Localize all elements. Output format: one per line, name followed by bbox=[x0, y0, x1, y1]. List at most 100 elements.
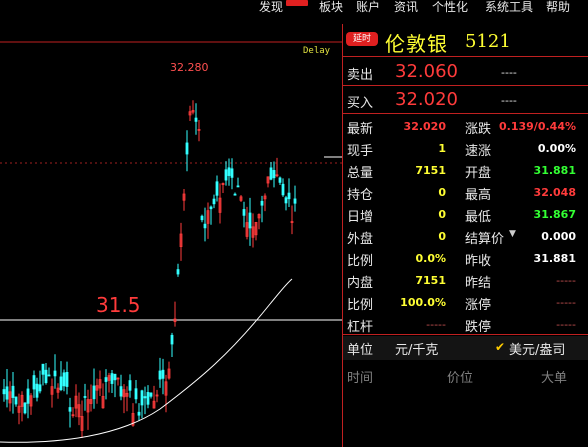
stat-label: 涨停 bbox=[465, 298, 492, 313]
candle-body bbox=[128, 380, 132, 391]
sell-label: 卖出 bbox=[347, 68, 374, 83]
stat-value: ----- bbox=[556, 318, 576, 331]
candle-body bbox=[287, 192, 291, 200]
stat-label: 现手 bbox=[347, 144, 374, 159]
quote-panel: 延时 伦敦银 5121 卖出 32.060 ---- 买入 32.020 ---… bbox=[343, 24, 588, 447]
divider bbox=[343, 113, 588, 114]
candle-body bbox=[140, 390, 144, 406]
candle-body bbox=[281, 183, 285, 196]
stat-value: 100.0% bbox=[400, 296, 446, 309]
candle-body bbox=[215, 181, 219, 196]
stat-label: 总量 bbox=[347, 166, 374, 181]
candle-body bbox=[26, 388, 30, 404]
candle-body bbox=[278, 177, 282, 183]
stat-value: ----- bbox=[426, 318, 446, 331]
moving-average-line bbox=[0, 278, 293, 443]
candle-body bbox=[230, 168, 234, 178]
buy-label: 买入 bbox=[347, 96, 374, 111]
candle-body bbox=[38, 384, 42, 392]
candle-body bbox=[143, 396, 147, 399]
candle-body bbox=[11, 385, 15, 398]
candle-body bbox=[65, 371, 69, 387]
candle-body bbox=[53, 370, 57, 377]
unit-value[interactable]: 元/千克 bbox=[395, 339, 438, 358]
price-level-label: 31.5 bbox=[96, 293, 141, 317]
menu-help[interactable]: 帮助 bbox=[546, 0, 570, 14]
candle-body bbox=[92, 385, 96, 400]
stat-label: 昨收 bbox=[465, 254, 492, 269]
candle-body bbox=[176, 269, 180, 275]
candle-body bbox=[59, 376, 63, 391]
stat-label: 开盘 bbox=[465, 166, 492, 181]
high-price-label: 32.280 bbox=[170, 61, 209, 74]
stat-label: 最低 bbox=[465, 210, 492, 225]
candle-body bbox=[242, 209, 246, 216]
candle-body bbox=[35, 383, 39, 398]
stat-label: 最高 bbox=[465, 188, 492, 203]
candle-body bbox=[224, 169, 228, 181]
stat-label: 涨跌 bbox=[465, 122, 492, 137]
trades-header-price: 价位 bbox=[447, 371, 474, 386]
menu-personalize[interactable]: 个性化 bbox=[432, 0, 468, 14]
stat-value: ----- bbox=[556, 274, 576, 287]
candle-body bbox=[293, 198, 297, 204]
chevron-down-icon[interactable]: ▼ bbox=[509, 229, 516, 239]
candle-body bbox=[284, 197, 288, 204]
delay-badge: 延时 bbox=[346, 32, 378, 46]
divider bbox=[343, 56, 588, 57]
candle-body bbox=[269, 167, 273, 180]
candle-body bbox=[248, 212, 252, 229]
candle-body bbox=[146, 392, 150, 405]
stat-value: 31.881 bbox=[533, 164, 576, 177]
kline-canvas[interactable] bbox=[0, 24, 342, 447]
trades-header-bigorder: 大单 bbox=[541, 371, 568, 386]
menu-system-tools[interactable]: 系统工具 bbox=[485, 0, 533, 14]
menu-sectors[interactable]: 板块 bbox=[319, 0, 343, 14]
buy-price[interactable]: 32.020 bbox=[395, 89, 458, 110]
candle-body bbox=[23, 402, 27, 414]
candle-body bbox=[212, 198, 216, 205]
stat-label: 杠杆 bbox=[347, 320, 374, 335]
candle-body bbox=[272, 170, 276, 179]
menu-news[interactable]: 资讯 bbox=[394, 0, 418, 14]
stat-value: 0.0% bbox=[415, 252, 446, 265]
stat-value: 0.000 bbox=[541, 230, 576, 243]
stat-label: 跌停 bbox=[465, 320, 492, 335]
candle-body bbox=[47, 374, 51, 377]
unit-alt-value[interactable]: 美元/盎司 bbox=[509, 339, 565, 358]
stat-label: 比例 bbox=[347, 254, 374, 269]
stat-label: 昨结 bbox=[465, 276, 492, 291]
candle-body bbox=[236, 185, 240, 188]
candle-body bbox=[14, 396, 18, 405]
check-icon: ✔ bbox=[495, 340, 506, 354]
candle-body bbox=[170, 334, 174, 345]
kline-chart[interactable] bbox=[0, 24, 342, 447]
stat-value: 32.020 bbox=[403, 120, 446, 133]
candle-body bbox=[113, 373, 117, 381]
candle-body bbox=[110, 373, 114, 384]
instrument-code: 5121 bbox=[465, 31, 511, 52]
buy-volume: ---- bbox=[501, 94, 517, 107]
stat-label: 外盘 bbox=[347, 232, 374, 247]
menu-account[interactable]: 账户 bbox=[356, 0, 380, 14]
candle-body bbox=[185, 142, 189, 155]
instrument-name: 伦敦银 bbox=[385, 32, 448, 56]
stat-value: 1 bbox=[438, 142, 446, 155]
stat-value: 0 bbox=[438, 208, 446, 221]
menu-discover[interactable]: 发现 bbox=[259, 0, 283, 14]
candle-body bbox=[227, 167, 231, 176]
stat-label: 最新 bbox=[347, 122, 374, 137]
candle-body bbox=[134, 388, 138, 400]
candle-body bbox=[32, 375, 36, 390]
candle-body bbox=[104, 377, 108, 382]
sell-price[interactable]: 32.060 bbox=[395, 61, 458, 82]
candle-body bbox=[62, 372, 66, 387]
candle-body bbox=[44, 369, 48, 384]
candle-body bbox=[2, 389, 6, 395]
trades-header-time: 时间 bbox=[347, 371, 374, 386]
unit-row: 单位 元/千克 ✔ 美元/盎司 bbox=[343, 336, 588, 360]
stat-value: 0.139/0.44% bbox=[499, 120, 576, 133]
candle-body bbox=[5, 386, 9, 400]
stat-label: 持仓 bbox=[347, 188, 374, 203]
stat-label: 内盘 bbox=[347, 276, 374, 291]
